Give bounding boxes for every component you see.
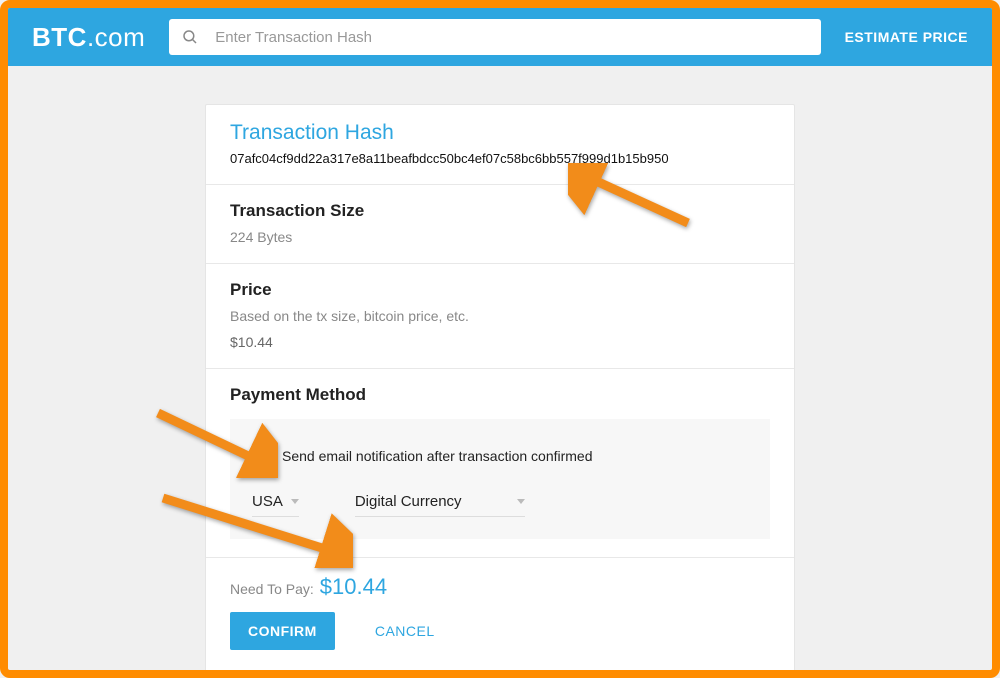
chevron-down-icon: [517, 499, 525, 504]
search-input[interactable]: [215, 29, 808, 46]
need-label: Need To Pay:: [230, 581, 314, 597]
payment-label: Payment Method: [230, 385, 770, 405]
hash-section: Transaction Hash 07afc04cf9dd22a317e8a11…: [206, 105, 794, 185]
payment-section: Payment Method Send email notification a…: [206, 369, 794, 558]
price-label: Price: [230, 280, 770, 300]
email-notify-row[interactable]: Send email notification after transactio…: [252, 447, 748, 465]
estimate-price-link[interactable]: ESTIMATE PRICE: [845, 29, 968, 45]
confirm-button[interactable]: CONFIRM: [230, 612, 335, 650]
top-bar: BTC.com ESTIMATE PRICE: [8, 8, 992, 66]
country-value: USA: [252, 493, 283, 510]
need-to-pay: Need To Pay: $10.44: [230, 574, 770, 600]
size-label: Transaction Size: [230, 201, 770, 221]
payment-selects: USA Digital Currency: [252, 487, 748, 517]
brand-main: BTC: [32, 22, 87, 52]
country-select[interactable]: USA: [252, 487, 299, 517]
price-section: Price Based on the tx size, bitcoin pric…: [206, 264, 794, 369]
email-notify-label: Send email notification after transactio…: [282, 448, 593, 464]
checkbox-icon[interactable]: [252, 447, 270, 465]
need-amount: $10.44: [320, 574, 387, 600]
brand-logo[interactable]: BTC.com: [32, 22, 145, 53]
card-footer: Need To Pay: $10.44 CONFIRM CANCEL: [206, 558, 794, 672]
search-icon: [181, 28, 199, 46]
price-desc: Based on the tx size, bitcoin price, etc…: [230, 308, 770, 324]
cancel-button[interactable]: CANCEL: [375, 623, 435, 639]
method-select[interactable]: Digital Currency: [355, 487, 525, 517]
hash-value: 07afc04cf9dd22a317e8a11beafbdcc50bc4ef07…: [230, 151, 770, 166]
button-row: CONFIRM CANCEL: [230, 612, 770, 650]
method-value: Digital Currency: [355, 493, 462, 510]
hash-label[interactable]: Transaction Hash: [230, 121, 770, 145]
transaction-card: Transaction Hash 07afc04cf9dd22a317e8a11…: [205, 104, 795, 673]
size-value: 224 Bytes: [230, 229, 770, 245]
price-value: $10.44: [230, 334, 770, 350]
payment-box: Send email notification after transactio…: [230, 419, 770, 539]
chevron-down-icon: [291, 499, 299, 504]
brand-suffix: .com: [87, 22, 145, 52]
size-section: Transaction Size 224 Bytes: [206, 185, 794, 264]
search-box[interactable]: [169, 19, 820, 55]
